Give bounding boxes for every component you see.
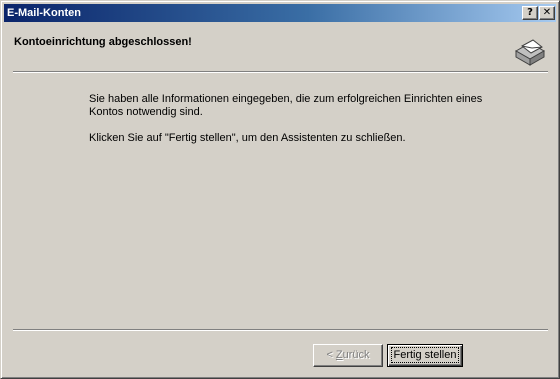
- window-title: E-Mail-Konten: [7, 7, 81, 19]
- mail-envelope-icon: [514, 39, 546, 66]
- help-button[interactable]: ?: [522, 6, 538, 20]
- back-button-prefix: <: [326, 349, 336, 361]
- back-button[interactable]: < Zurück: [313, 344, 383, 367]
- wizard-window: E-Mail-Konten ? ✕ Kontoeinrichtung abges…: [0, 0, 560, 379]
- finish-button-label: Fertig stellen: [390, 347, 460, 363]
- back-button-accelerator: Z: [335, 349, 343, 361]
- info-text: Sie haben alle Informationen eingegeben,…: [89, 93, 483, 118]
- close-button[interactable]: ✕: [539, 6, 555, 20]
- instruction-text: Klicken Sie auf "Fertig stellen", um den…: [89, 132, 406, 144]
- back-button-label: urück: [342, 349, 370, 361]
- title-bar[interactable]: E-Mail-Konten ? ✕: [4, 4, 556, 22]
- footer-separator: [13, 329, 548, 331]
- page-title: Kontoeinrichtung abgeschlossen!: [14, 36, 192, 48]
- finish-button[interactable]: Fertig stellen: [387, 344, 463, 367]
- header-separator: [13, 71, 548, 73]
